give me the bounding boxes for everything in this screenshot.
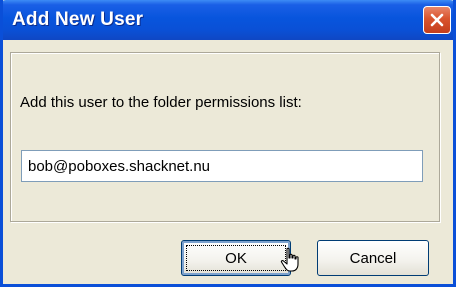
close-button[interactable] (423, 6, 451, 34)
close-icon (430, 13, 444, 27)
window-title: Add New User (12, 9, 144, 30)
hand-cursor-icon (280, 247, 299, 272)
user-email-input[interactable] (21, 150, 423, 182)
user-group-box (10, 52, 440, 222)
ok-button[interactable]: OK (181, 240, 291, 276)
cancel-label: Cancel (349, 249, 397, 267)
title-bar[interactable]: Add New User (3, 0, 453, 40)
prompt-label: Add this user to the folder permissions … (20, 94, 302, 111)
cancel-button[interactable]: Cancel (317, 240, 429, 276)
focus-rectangle (186, 245, 286, 271)
